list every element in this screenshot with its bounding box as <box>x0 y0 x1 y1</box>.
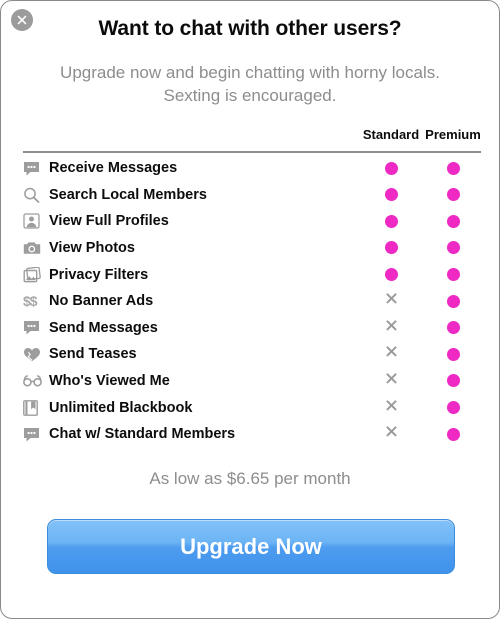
included-dot-premium <box>438 372 468 390</box>
table-row: Receive Messages <box>23 155 481 182</box>
upgrade-dialog: Want to chat with other users? Upgrade n… <box>0 0 500 619</box>
feature-label: Unlimited Blackbook <box>49 399 193 416</box>
dollars-icon: $$ <box>23 293 38 310</box>
dot-icon <box>446 400 460 414</box>
feature-label: Search Local Members <box>49 186 207 203</box>
table-row: Who's Viewed Me <box>23 368 481 395</box>
included-dot-standard <box>376 159 406 177</box>
included-dot-premium <box>438 425 468 443</box>
table-row: View Full Profiles <box>23 208 481 235</box>
photos-icon <box>23 266 49 283</box>
dot-icon <box>446 188 460 202</box>
included-dot-premium <box>438 159 468 177</box>
included-dot-premium <box>438 239 468 257</box>
page-title: Want to chat with other users? <box>98 17 402 40</box>
dot-icon <box>446 214 460 228</box>
included-dot-premium <box>438 266 468 284</box>
price-note: As low as $6.65 per month <box>149 469 351 488</box>
header-divider <box>23 151 481 153</box>
feature-label: View Full Profiles <box>49 213 169 230</box>
subtitle-line-1: Upgrade now and begin chatting with horn… <box>60 63 440 82</box>
dot-icon <box>446 321 460 335</box>
dot-icon <box>446 427 460 441</box>
included-dot-premium <box>438 345 468 363</box>
feature-label: Send Teases <box>49 346 137 363</box>
table-row: Unlimited Blackbook <box>23 394 481 421</box>
cross-icon <box>385 345 398 363</box>
dialog-subtitle: Upgrade now and begin chatting with horn… <box>1 61 499 107</box>
plan-comparison-table: Standard Premium Receive Messages Search … <box>23 127 481 448</box>
feature-label: Send Messages <box>49 319 158 336</box>
excluded-cross-standard <box>376 399 406 417</box>
excluded-cross-standard <box>376 345 406 363</box>
excluded-cross-standard <box>376 292 406 310</box>
included-dot-premium <box>438 319 468 337</box>
speech-bubble-icon <box>23 427 49 442</box>
profile-icon <box>23 213 49 230</box>
table-row: Send Teases <box>23 341 481 368</box>
speech-bubble-icon <box>23 161 49 176</box>
dot-icon <box>446 161 460 175</box>
included-dot-standard <box>376 266 406 284</box>
magnifier-icon <box>23 187 49 203</box>
included-dot-premium <box>438 186 468 204</box>
feature-label: Chat w/ Standard Members <box>49 426 236 443</box>
cross-icon <box>385 319 398 337</box>
dot-icon <box>446 294 460 308</box>
cross-icon <box>385 399 398 417</box>
cross-icon <box>385 425 398 443</box>
dot-icon <box>384 267 398 281</box>
table-row: Search Local Members <box>23 182 481 209</box>
dot-icon <box>446 347 460 361</box>
dot-icon <box>384 241 398 255</box>
column-header-standard: Standard <box>362 127 420 142</box>
table-column-headers: Standard Premium <box>23 127 481 147</box>
feature-label: No Banner Ads <box>49 293 154 310</box>
table-row: Privacy Filters <box>23 261 481 288</box>
cross-icon <box>385 292 398 310</box>
feature-label: View Photos <box>49 240 135 257</box>
feature-label: Who's Viewed Me <box>49 373 170 390</box>
excluded-cross-standard <box>376 425 406 443</box>
included-dot-standard <box>376 239 406 257</box>
dot-icon <box>384 214 398 228</box>
cross-icon <box>385 372 398 390</box>
glasses-icon <box>23 375 49 387</box>
speech-bubble-icon <box>23 320 49 335</box>
subtitle-line-2: Sexting is encouraged. <box>163 86 337 105</box>
dot-icon <box>446 374 460 388</box>
camera-icon <box>23 241 49 255</box>
included-dot-standard <box>376 212 406 230</box>
dot-icon <box>384 188 398 202</box>
dot-icon <box>384 161 398 175</box>
feature-rows: Receive Messages Search Local Members View… <box>23 155 481 448</box>
book-icon <box>23 399 49 416</box>
included-dot-standard <box>376 186 406 204</box>
heart-icon <box>23 347 49 362</box>
column-header-premium: Premium <box>425 127 481 142</box>
table-row: Chat w/ Standard Members <box>23 421 481 448</box>
excluded-cross-standard <box>376 372 406 390</box>
table-row: Send Messages <box>23 315 481 342</box>
table-row: View Photos <box>23 235 481 262</box>
included-dot-premium <box>438 399 468 417</box>
included-dot-premium <box>438 292 468 310</box>
dot-icon <box>446 241 460 255</box>
dot-icon <box>446 267 460 281</box>
upgrade-now-button[interactable]: Upgrade Now <box>47 519 455 574</box>
feature-label: Privacy Filters <box>49 266 149 283</box>
feature-label: Receive Messages <box>49 160 178 177</box>
excluded-cross-standard <box>376 319 406 337</box>
table-row: $$ No Banner Ads <box>23 288 481 315</box>
included-dot-premium <box>438 212 468 230</box>
